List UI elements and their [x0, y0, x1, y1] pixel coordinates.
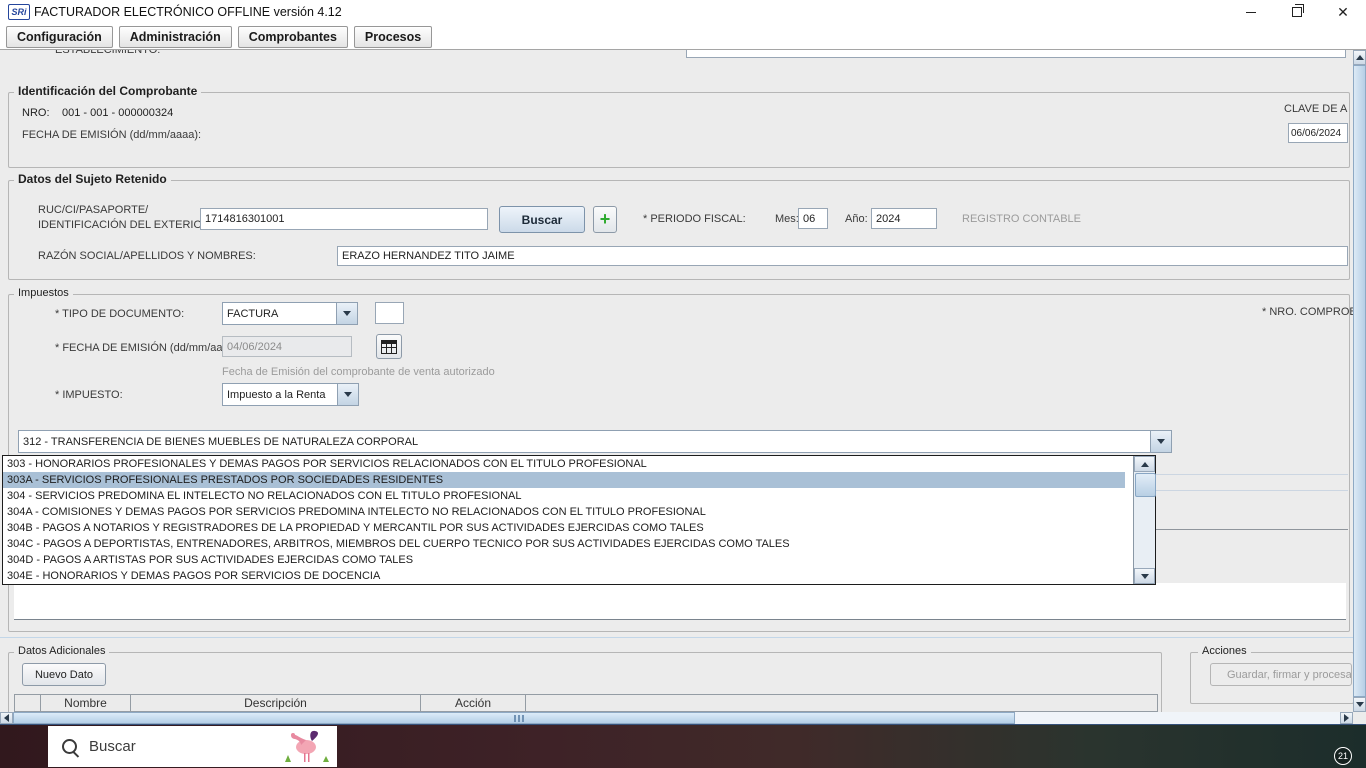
datos-adicionales-title: Datos Adicionales: [14, 645, 110, 657]
dropdown-option[interactable]: 304C - PAGOS A DEPORTISTAS, ENTRENADORES…: [3, 536, 1125, 552]
scroll-left-button[interactable]: [0, 712, 13, 724]
nuevo-dato-button[interactable]: Nuevo Dato: [22, 663, 106, 686]
dropdown-option[interactable]: 304 - SERVICIOS PREDOMINA EL INTELECTO N…: [3, 488, 1125, 504]
column-header-nombre[interactable]: Nombre: [41, 695, 131, 711]
nro-label: NRO:: [22, 107, 50, 119]
fecha-emision-doc-input[interactable]: 04/06/2024: [222, 336, 352, 357]
fecha-emision-doc-label: * FECHA DE EMISIÓN (dd/mm/aaaa):: [55, 342, 242, 354]
mes-label: Mes:: [775, 213, 799, 225]
screen: SRi FACTURADOR ELECTRÓNICO OFFLINE versi…: [0, 0, 1366, 768]
restore-button[interactable]: [1274, 0, 1320, 24]
flamingo-image: [279, 729, 331, 768]
menu-procesos[interactable]: Procesos: [353, 25, 433, 48]
chevron-down-icon: [343, 311, 351, 316]
razon-social-input[interactable]: ERAZO HERNANDEZ TITO JAIME: [337, 246, 1348, 266]
arrow-up-icon: [1140, 461, 1149, 467]
impuesto-value: Impuesto a la Renta: [227, 388, 326, 401]
scrollbar-grip: [514, 715, 524, 722]
sujeto-title: Datos del Sujeto Retenido: [14, 172, 171, 186]
arrow-left-icon: [4, 714, 9, 722]
fecha-hint: Fecha de Emisión del comprobante de vent…: [222, 366, 495, 378]
vertical-scrollbar[interactable]: [1353, 50, 1366, 712]
menu-bar: Configuración Administración Comprobante…: [0, 24, 1366, 50]
ruc-label-line1: RUC/CI/PASAPORTE/: [38, 204, 149, 216]
menu-configuracion[interactable]: Configuración: [6, 25, 113, 48]
registro-contable-label: REGISTRO CONTABLE: [962, 213, 1081, 225]
mes-input[interactable]: 06: [798, 208, 828, 229]
column-header-accion[interactable]: Acción: [421, 695, 526, 711]
chevron-down-icon: [344, 392, 352, 397]
anio-label: Año:: [845, 213, 868, 225]
impuesto-dropdown-button[interactable]: [337, 384, 358, 405]
detalle-table-area: [14, 583, 1346, 620]
title-bar: SRi FACTURADOR ELECTRÓNICO OFFLINE versi…: [0, 0, 1366, 24]
fecha-emision-input[interactable]: 06/06/2024: [1288, 123, 1348, 143]
column-header-descripcion[interactable]: Descripción: [131, 695, 421, 711]
concepto-dropdown-list: 303 - HONORARIOS PROFESIONALES Y DEMAS P…: [2, 455, 1156, 585]
nro-value: 001 - 001 - 000000324: [61, 107, 174, 119]
calendar-icon: [381, 339, 397, 354]
buscar-button[interactable]: Buscar: [499, 206, 585, 233]
taskbar-search[interactable]: Buscar: [48, 726, 337, 767]
arrow-right-icon: [1344, 714, 1349, 722]
search-icon: [62, 739, 77, 754]
tipo-documento-label: * TIPO DE DOCUMENTO:: [55, 308, 185, 320]
scroll-up-button[interactable]: [1134, 456, 1155, 472]
impuestos-title: Impuestos: [14, 287, 73, 299]
tipo-documento-dropdown-button[interactable]: [336, 303, 357, 324]
dropdown-option[interactable]: 304E - HONORARIOS Y DEMAS PAGOS POR SERV…: [3, 568, 1125, 584]
window-title: FACTURADOR ELECTRÓNICO OFFLINE versión 4…: [34, 5, 342, 19]
sri-app-icon: SRi: [8, 4, 30, 20]
impuesto-label: * IMPUESTO:: [55, 389, 123, 401]
tipo-documento-extra-input[interactable]: [375, 302, 404, 324]
arrow-up-icon: [1355, 55, 1364, 60]
nro-comprobante-label: * NRO. COMPROB.: [1262, 306, 1360, 318]
dropdown-option[interactable]: 304A - COMISIONES Y DEMAS PAGOS POR SERV…: [3, 504, 1125, 520]
concepto-dropdown-button[interactable]: [1150, 431, 1171, 452]
search-placeholder: Buscar: [89, 738, 136, 755]
dropdown-option[interactable]: 303 - HONORARIOS PROFESIONALES Y DEMAS P…: [3, 456, 1125, 472]
scroll-down-button[interactable]: [1353, 697, 1366, 712]
dropdown-option-selected[interactable]: 303A - SERVICIOS PROFESIONALES PRESTADOS…: [3, 472, 1125, 488]
identificacion-group: [8, 92, 1350, 168]
scroll-down-button[interactable]: [1134, 568, 1155, 584]
scroll-up-button[interactable]: [1353, 50, 1366, 65]
periodo-fiscal-label: * PERIODO FISCAL:: [643, 213, 746, 225]
guardar-firmar-procesar-button[interactable]: Guardar, firmar y procesar: [1210, 663, 1352, 686]
menu-comprobantes[interactable]: Comprobantes: [237, 25, 348, 48]
notification-count-badge: 21: [1334, 747, 1352, 765]
chevron-down-icon: [1157, 439, 1165, 444]
menu-administracion[interactable]: Administración: [118, 25, 232, 48]
calendar-button[interactable]: [376, 334, 402, 359]
arrow-down-icon: [1355, 702, 1364, 707]
anio-input[interactable]: 2024: [871, 208, 937, 229]
clave-acceso-label: CLAVE DE A: [1284, 103, 1348, 115]
dropdown-scrollbar-thumb[interactable]: [1135, 473, 1156, 497]
fecha-emision-label: FECHA DE EMISIÓN (dd/mm/aaaa):: [22, 129, 202, 141]
dropdown-option[interactable]: 304D - PAGOS A ARTISTAS POR SUS ACTIVIDA…: [3, 552, 1125, 568]
close-button[interactable]: ✕: [1320, 0, 1366, 24]
vertical-scrollbar-thumb[interactable]: [1353, 65, 1366, 697]
impuesto-combobox[interactable]: Impuesto a la Renta: [222, 383, 359, 406]
dropdown-scrollbar[interactable]: [1133, 456, 1156, 584]
concepto-value: 312 - TRANSFERENCIA DE BIENES MUEBLES DE…: [23, 435, 419, 448]
ruc-label-line2: IDENTIFICACIÓN DEL EXTERIOR:: [38, 219, 214, 231]
datos-adicionales-table-header: Nombre Descripción Acción: [14, 694, 1158, 712]
identificacion-title: Identificación del Comprobante: [14, 84, 202, 98]
arrow-down-icon: [1140, 573, 1149, 579]
scroll-right-button[interactable]: [1340, 712, 1353, 724]
dropdown-option[interactable]: 304B - PAGOS A NOTARIOS Y REGISTRADORES …: [3, 520, 1125, 536]
acciones-title: Acciones: [1198, 645, 1251, 657]
tipo-documento-value: FACTURA: [227, 307, 279, 320]
horizontal-scrollbar-thumb[interactable]: [13, 712, 1015, 724]
ruc-input[interactable]: 1714816301001: [200, 208, 488, 230]
razon-social-label: RAZÓN SOCIAL/APELLIDOS Y NOMBRES:: [38, 250, 256, 262]
concepto-combobox[interactable]: 312 - TRANSFERENCIA DE BIENES MUEBLES DE…: [18, 430, 1172, 453]
minimize-button[interactable]: [1228, 0, 1274, 24]
tipo-documento-combobox[interactable]: FACTURA: [222, 302, 358, 325]
horizontal-scrollbar[interactable]: [0, 712, 1353, 724]
add-sujeto-button[interactable]: +: [593, 206, 617, 233]
